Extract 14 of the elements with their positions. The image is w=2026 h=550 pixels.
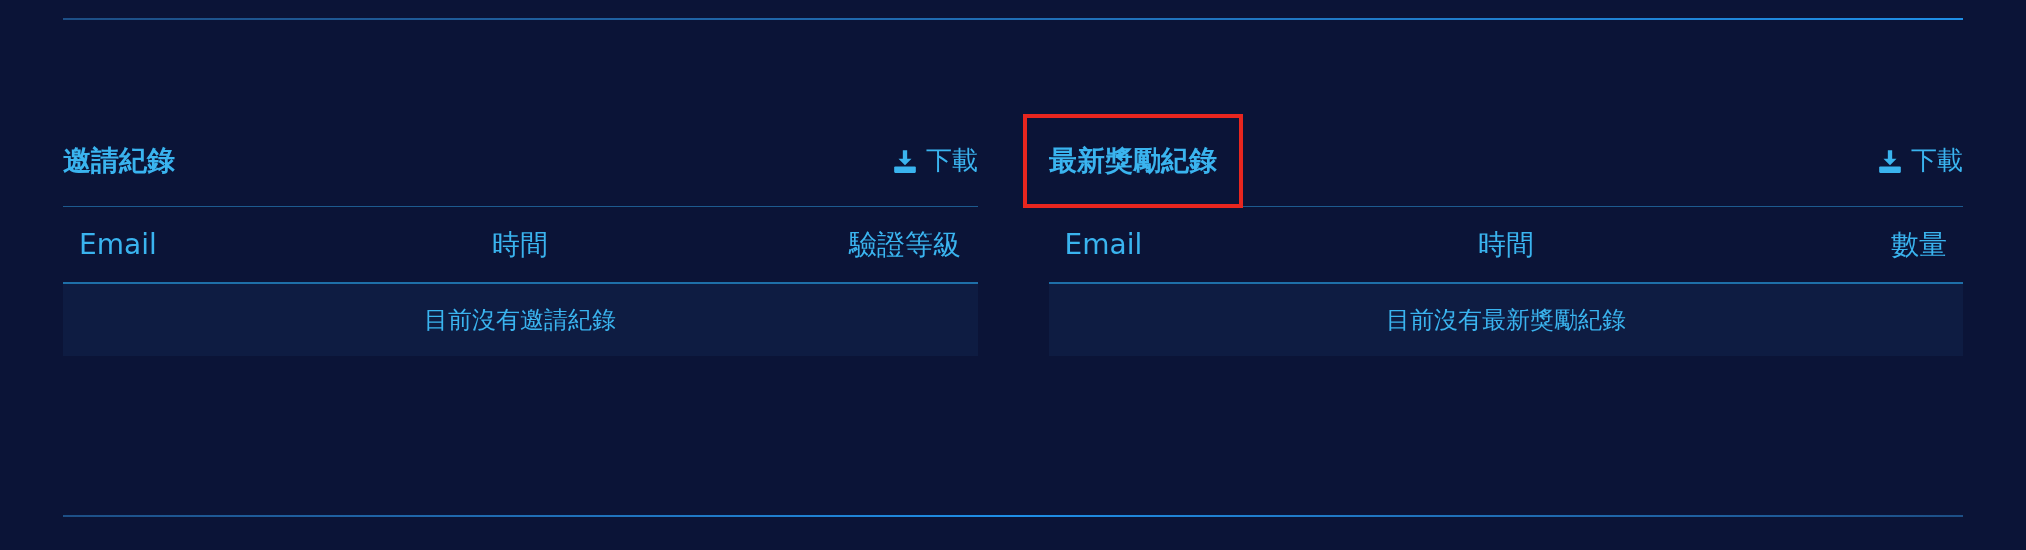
column-header: 數量	[1890, 226, 1947, 263]
column-header: 驗證等級	[847, 226, 962, 263]
section-title: 最新獎勵紀錄	[1022, 113, 1243, 208]
empty-message: 目前沒有邀請紀錄	[424, 305, 617, 336]
column-header: Email	[79, 226, 158, 263]
column-header: Email	[1064, 226, 1144, 263]
download-icon	[891, 147, 918, 174]
download-button[interactable]: 下載	[891, 141, 978, 180]
empty-message: 目前沒有最新獎勵紀錄	[1385, 305, 1626, 336]
section-title: 邀請紀錄	[63, 142, 175, 179]
column-header: 時間	[491, 226, 550, 263]
column-header: 時間	[1476, 226, 1535, 263]
download-icon	[1877, 147, 1903, 174]
download-button[interactable]: 下載	[1877, 141, 1963, 180]
